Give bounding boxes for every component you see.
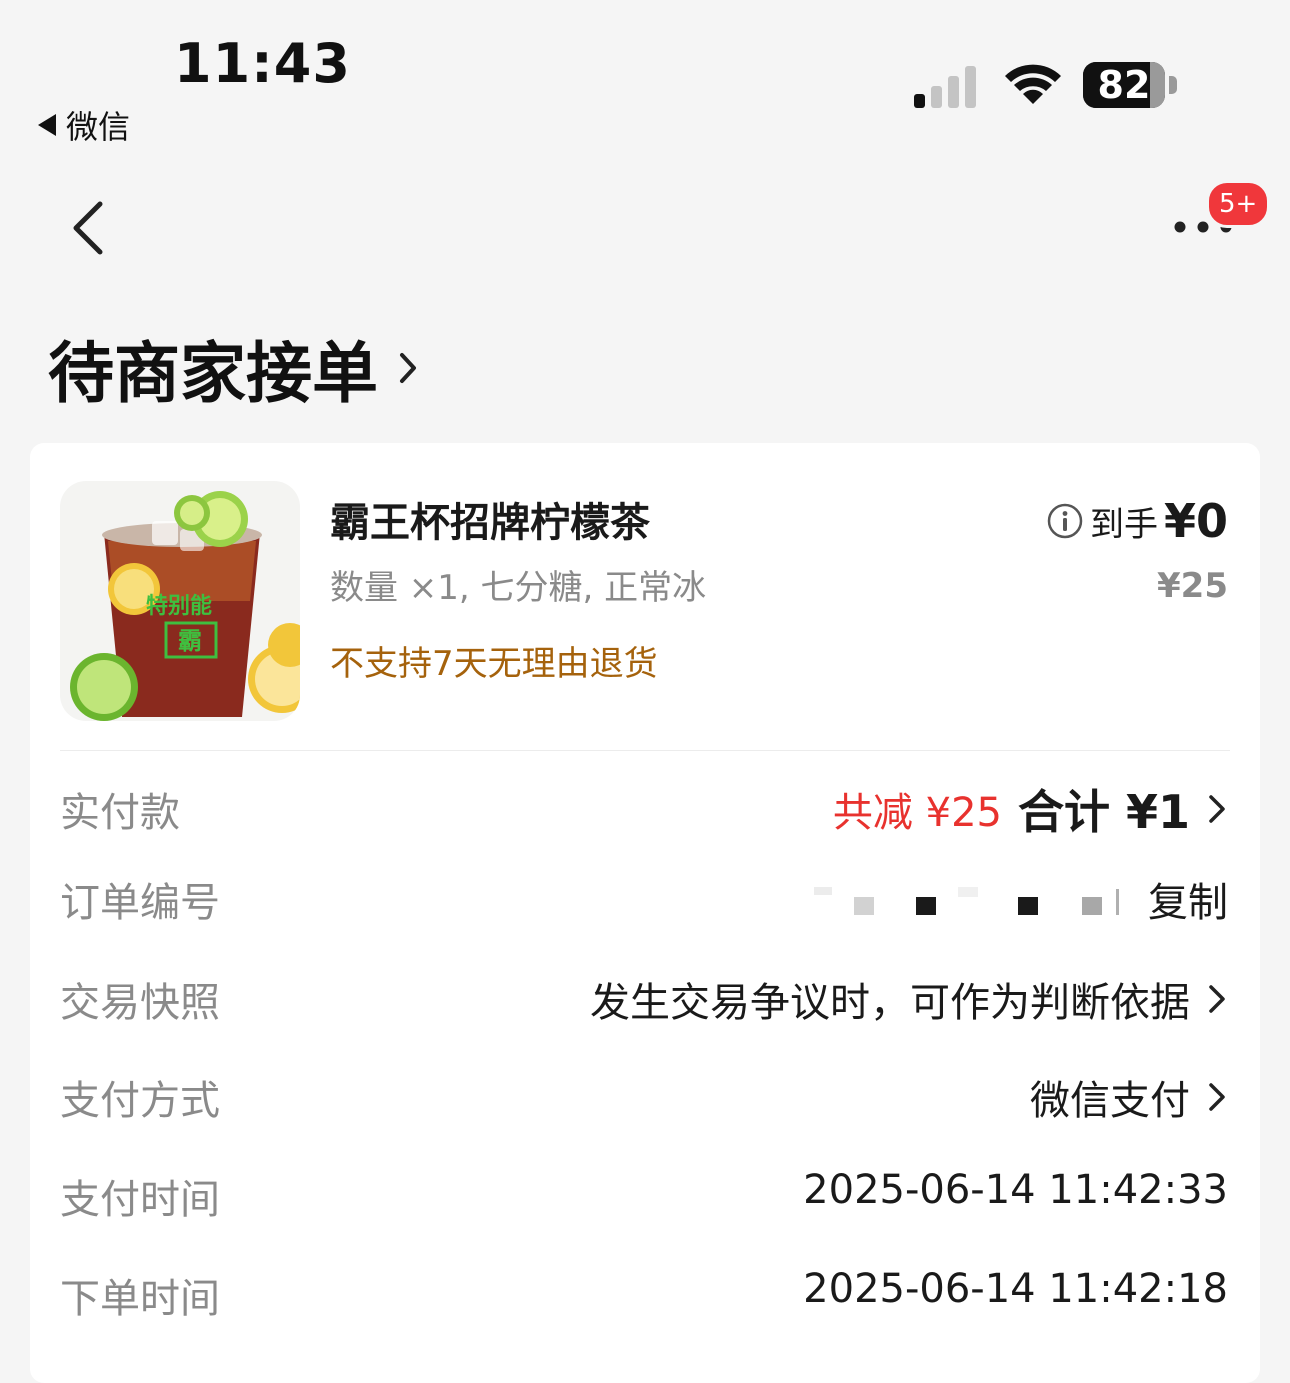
snapshot-link[interactable]: 发生交易争议时，可作为判断依据 [590,970,1228,1028]
chevron-right-icon [400,353,416,383]
return-policy-notice: 不支持7天无理由退货 [330,644,658,684]
battery-cap [1169,76,1177,94]
net-price-label: 到手 [1089,504,1158,545]
battery-indicator: 82 [1083,62,1165,108]
battery-percent: 82 [1097,63,1151,107]
payment-method-link[interactable]: 微信支付 [1030,1068,1228,1126]
chevron-right-icon [1209,795,1225,823]
back-chevron-icon[interactable] [62,198,116,258]
order-number-label: 订单编号 [60,880,220,926]
net-price[interactable]: 到手 ¥0 [1046,494,1228,548]
chevron-right-icon [1209,985,1225,1013]
snapshot-label: 交易快照 [60,980,220,1026]
status-bar-time: 11:43 [174,32,351,95]
battery-empty [1150,62,1165,108]
total-amount: 合计 ¥1 [1017,785,1190,839]
notification-badge: 5+ [1206,180,1271,228]
order-status-title: 待商家接单 [48,335,378,412]
cellular-signal-icon [914,64,984,108]
order-number: 复制 [812,870,1228,928]
chevron-right-icon [1209,1083,1225,1111]
divider [60,750,1230,751]
paid-label: 实付款 [60,790,180,836]
product-spec: 数量 ×1, 七分糖, 正常冰 [330,568,707,608]
order-status-link[interactable]: 待商家接单 [48,320,418,416]
order-time-value: 2025-06-14 11:42:18 [803,1266,1228,1312]
product-image-char: 霸 [178,627,202,655]
back-triangle-icon [38,114,56,136]
payment-method-value: 微信支付 [1030,1078,1190,1124]
product-image[interactable]: 特别能 霸 [60,481,300,721]
back-to-app-label: 微信 [66,108,131,146]
back-to-app-link[interactable]: 微信 [38,102,130,148]
payment-time-value: 2025-06-14 11:42:33 [803,1167,1228,1213]
product-image-caption: 特别能 [146,593,212,619]
snapshot-description: 发生交易争议时，可作为判断依据 [590,980,1190,1026]
net-price-value: ¥0 [1163,494,1228,548]
copy-order-number-button[interactable]: 复制 [1148,870,1228,928]
payment-time-label: 支付时间 [60,1177,220,1223]
order-number-redacted [812,879,1132,919]
order-time-label: 下单时间 [60,1276,220,1322]
list-price: ¥25 [1157,566,1228,606]
total-reduction: 共减 ¥25 [832,790,1002,836]
info-icon[interactable] [1046,502,1084,540]
product-name[interactable]: 霸王杯招牌柠檬茶 [330,490,650,548]
wifi-icon [1005,64,1061,104]
payment-method-label: 支付方式 [60,1078,220,1124]
paid-summary[interactable]: 共减 ¥25 合计 ¥1 [833,776,1228,842]
